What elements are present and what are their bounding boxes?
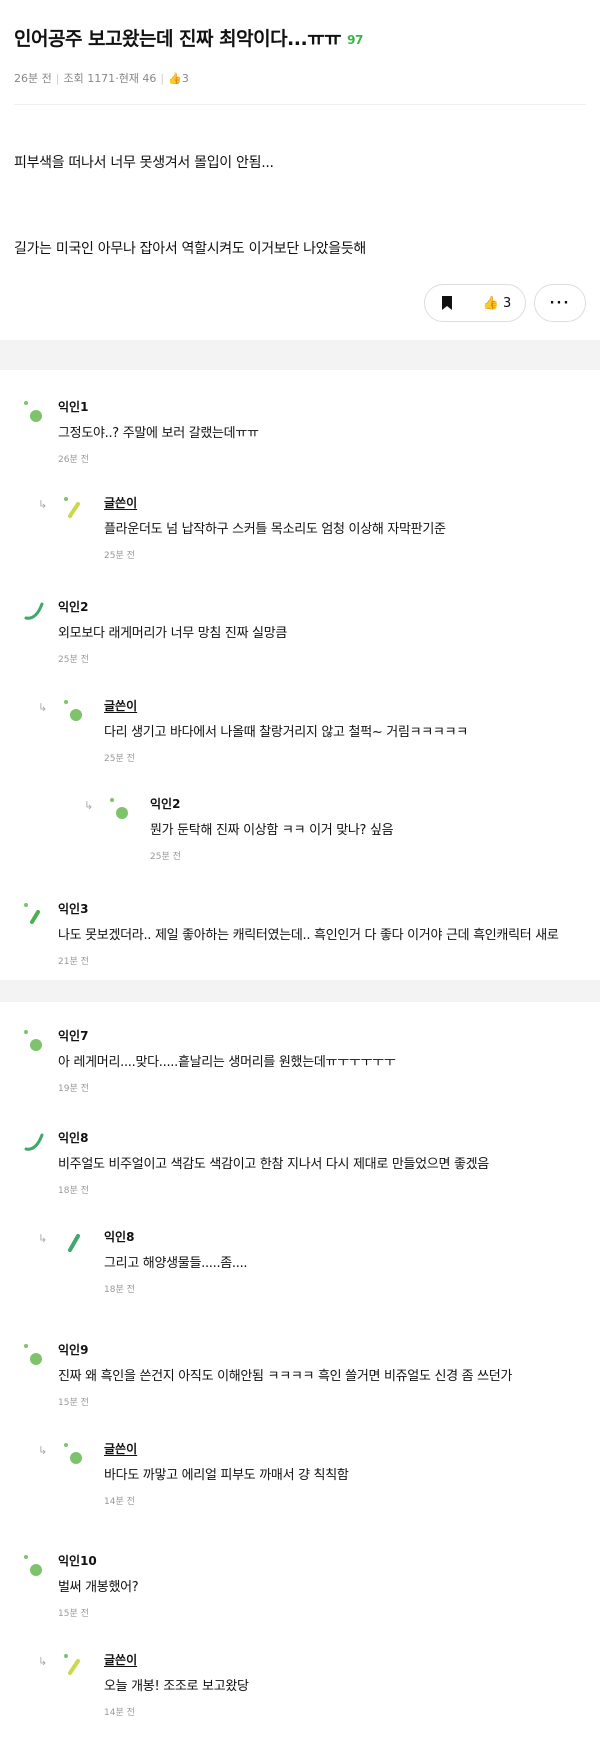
comment-text: 벌써 개봉했어? bbox=[58, 1580, 139, 1595]
comment-text: 다리 생기고 바다에서 나올때 찰랑거리지 않고 철퍽~ 거림ㅋㅋㅋㅋㅋ bbox=[104, 725, 468, 740]
reply-item: ↳ 글쓴이플라운더도 넘 납작하구 스커틀 목소리도 엄청 이상해 자막판기준 25… bbox=[0, 494, 600, 574]
more-button[interactable]: ··· bbox=[534, 284, 586, 322]
comment-time: 25분 전 bbox=[150, 852, 181, 862]
section-gap bbox=[0, 340, 600, 370]
avatar bbox=[22, 1131, 44, 1153]
post-time: 26분 전 bbox=[14, 72, 52, 85]
comment-text: 비주얼도 비주얼이고 색감도 색감이고 한참 지나서 다시 제대로 만들었으면 … bbox=[58, 1157, 489, 1172]
post-title: 인어공주 보고왔는데 진짜 최악이다...ㅠㅠ 97 bbox=[14, 24, 363, 51]
reply-item: ↳ 익인2 뭔가 둔탁해 진짜 이상함 ㅋㅋ 이거 맞나? 싶음 25분 전 bbox=[0, 795, 600, 875]
avatar bbox=[22, 1554, 44, 1576]
comment-item: 익인9 진짜 왜 흑인을 쓴건지 아직도 이해안됨 ㅋㅋㅋㅋ 흑인 쓸거면 비쥬얼… bbox=[0, 1341, 600, 1421]
comment-time: 26분 전 bbox=[58, 455, 89, 465]
avatar bbox=[62, 1230, 84, 1252]
comment-author[interactable]: 글쓴이 bbox=[104, 697, 137, 714]
comment-text: 플라운더도 넘 납작하구 스커틀 목소리도 엄청 이상해 자막판기준 bbox=[104, 522, 446, 537]
reply-arrow-icon: ↳ bbox=[38, 1444, 48, 1457]
avatar bbox=[62, 1442, 84, 1464]
thumbs-up-icon: 👍 bbox=[482, 295, 499, 311]
more-icon: ··· bbox=[549, 295, 571, 311]
comment-time: 25분 전 bbox=[58, 655, 89, 665]
comment-text: 뭔가 둔탁해 진짜 이상함 ㅋㅋ 이거 맞나? 싶음 bbox=[150, 823, 394, 838]
avatar bbox=[22, 400, 44, 422]
comment-time: 15분 전 bbox=[58, 1398, 89, 1408]
reply-item: ↳ 글쓴이바다도 까맣고 에리얼 피부도 까매서 걍 칙칙함 14분 전 bbox=[0, 1440, 600, 1520]
divider bbox=[14, 104, 586, 105]
avatar bbox=[108, 797, 130, 819]
like-button[interactable]: 👍 3 bbox=[469, 285, 525, 321]
comment-item: 익인10 벌써 개봉했어? 15분 전 bbox=[0, 1552, 600, 1632]
comment-author[interactable]: 글쓴이 bbox=[104, 1651, 137, 1668]
comment-item: 익인7 아 레게머리....맞다.....흩날리는 생머리를 원했는데ㅠㅜㅜㅜㅜㅜ… bbox=[0, 1027, 600, 1107]
thumbs-up-icon: 👍 bbox=[168, 72, 182, 85]
post-title-text: 인어공주 보고왔는데 진짜 최악이다...ㅠㅠ bbox=[14, 28, 342, 50]
avatar bbox=[62, 699, 84, 721]
post-meta: 26분 전 | 조회 1171·현재 46 | 👍3 bbox=[14, 72, 189, 85]
comment-time: 25분 전 bbox=[104, 754, 135, 764]
avatar bbox=[62, 496, 84, 518]
bookmark-button[interactable] bbox=[425, 285, 469, 321]
comment-time: 14분 전 bbox=[104, 1708, 135, 1718]
comment-item: 익인2 외모보다 래게머리가 너무 망침 진짜 실망큼 25분 전 bbox=[0, 598, 600, 678]
comment-time: 18분 전 bbox=[104, 1285, 135, 1295]
avatar bbox=[62, 1653, 84, 1675]
comment-text: 나도 못보겠더라.. 제일 좋아하는 캐릭터였는데.. 흑인인거 다 좋다 이거… bbox=[58, 928, 559, 943]
comment-text: 그리고 해양생물들.....좀.... bbox=[104, 1256, 248, 1271]
comment-text: 그정도야..? 주말에 보러 갈랬는데ㅠㅠ bbox=[58, 426, 259, 441]
comment-author[interactable]: 익인8 bbox=[104, 1228, 134, 1245]
reply-arrow-icon: ↳ bbox=[38, 701, 48, 714]
post-now: 현재 46 bbox=[118, 72, 157, 85]
comment-author[interactable]: 익인9 bbox=[58, 1341, 88, 1358]
comment-time: 18분 전 bbox=[58, 1186, 89, 1196]
comment-author[interactable]: 글쓴이 bbox=[104, 494, 137, 511]
comment-text: 바다도 까맣고 에리얼 피부도 까매서 걍 칙칙함 bbox=[104, 1468, 349, 1483]
like-count: 3 bbox=[502, 295, 512, 311]
comment-time: 25분 전 bbox=[104, 551, 135, 561]
avatar bbox=[22, 1343, 44, 1365]
post-body-line: 길가는 미국인 아무나 잡아서 역할시켜도 이거보단 나았을듯해 bbox=[14, 241, 366, 257]
reply-arrow-icon: ↳ bbox=[38, 1655, 48, 1668]
avatar bbox=[22, 1029, 44, 1051]
avatar bbox=[22, 902, 44, 924]
comment-author[interactable]: 익인10 bbox=[58, 1552, 97, 1569]
comment-author[interactable]: 글쓴이 bbox=[104, 1440, 137, 1457]
comment-count-badge[interactable]: 97 bbox=[347, 33, 363, 47]
post-actions: 👍 3 ··· bbox=[424, 284, 586, 322]
post-likes: 3 bbox=[181, 72, 189, 85]
comment-text: 외모보다 래게머리가 너무 망침 진짜 실망큼 bbox=[58, 626, 288, 641]
comment-author[interactable]: 익인3 bbox=[58, 900, 88, 917]
comment-text: 오늘 개봉! 조조로 보고왔당 bbox=[104, 1679, 249, 1694]
comment-text: 아 레게머리....맞다.....흩날리는 생머리를 원했는데ㅠㅜㅜㅜㅜㅜ bbox=[58, 1055, 396, 1070]
comment-time: 21분 전 bbox=[58, 957, 89, 967]
reply-item: ↳ 글쓴이다리 생기고 바다에서 나올때 찰랑거리지 않고 철퍽~ 거림ㅋㅋㅋㅋㅋ… bbox=[0, 697, 600, 777]
comment-item: 익인8 비주얼도 비주얼이고 색감도 색감이고 한참 지나서 다시 제대로 만들었… bbox=[0, 1129, 600, 1209]
avatar bbox=[22, 600, 44, 622]
reply-item: ↳ 글쓴이오늘 개봉! 조조로 보고왔당 14분 전 bbox=[0, 1651, 600, 1731]
reply-item: ↳ 익인8 그리고 해양생물들.....좀.... 18분 전 bbox=[0, 1228, 600, 1308]
section-gap bbox=[0, 980, 600, 1002]
comment-author[interactable]: 익인1 bbox=[58, 398, 88, 415]
post-section: 인어공주 보고왔는데 진짜 최악이다...ㅠㅠ 97 26분 전 | 조회 1171·… bbox=[0, 0, 600, 340]
reply-arrow-icon: ↳ bbox=[84, 799, 94, 812]
reply-arrow-icon: ↳ bbox=[38, 1232, 48, 1245]
comment-text: 진짜 왜 흑인을 쓴건지 아직도 이해안됨 ㅋㅋㅋㅋ 흑인 쓸거면 비쥬얼도 신… bbox=[58, 1369, 513, 1384]
comment-time: 14분 전 bbox=[104, 1497, 135, 1507]
reply-arrow-icon: ↳ bbox=[38, 498, 48, 511]
comment-author[interactable]: 익인8 bbox=[58, 1129, 88, 1146]
comment-item: 익인3 나도 못보겠더라.. 제일 좋아하는 캐릭터였는데.. 흑인인거 다 좋다… bbox=[0, 900, 600, 980]
comment-time: 15분 전 bbox=[58, 1609, 89, 1619]
post-body-line: 피부색을 떠나서 너무 못생겨서 몰입이 안됨... bbox=[14, 155, 274, 171]
bookmark-like-group: 👍 3 bbox=[424, 284, 526, 322]
comment-author[interactable]: 익인2 bbox=[150, 795, 180, 812]
bookmark-icon bbox=[442, 296, 452, 310]
comment-author[interactable]: 익인2 bbox=[58, 598, 88, 615]
comment-time: 19분 전 bbox=[58, 1084, 89, 1094]
post-views: 조회 1171 bbox=[63, 72, 116, 85]
comment-author[interactable]: 익인7 bbox=[58, 1027, 88, 1044]
comment-item: 익인1 그정도야..? 주말에 보러 갈랬는데ㅠㅠ 26분 전 bbox=[0, 398, 600, 478]
